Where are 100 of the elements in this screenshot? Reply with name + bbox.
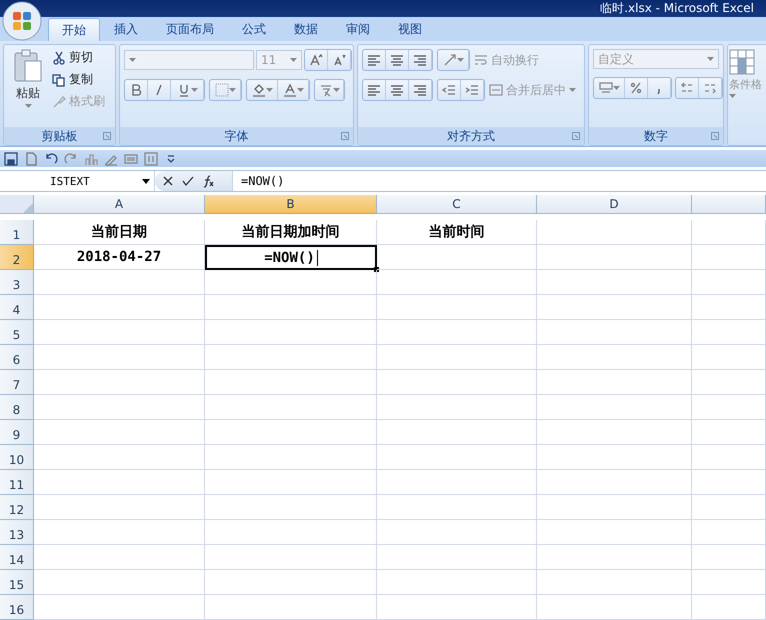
empty-cell[interactable] <box>205 545 377 570</box>
clipboard-button[interactable]: 剪切 <box>52 49 105 66</box>
ribbon-tab[interactable]: 审阅 <box>332 17 384 41</box>
formula-input[interactable]: =NOW() <box>233 174 284 188</box>
empty-cell[interactable] <box>205 495 377 520</box>
column-header[interactable]: D <box>537 195 692 214</box>
table-cell[interactable]: =NOW() <box>205 245 377 270</box>
align-middle-icon[interactable] <box>390 53 404 67</box>
ribbon-tab[interactable]: 公式 <box>228 17 280 41</box>
empty-cell[interactable] <box>692 445 766 470</box>
row-header[interactable]: 10 <box>0 445 34 470</box>
align-center-icon[interactable] <box>390 83 404 97</box>
font-color-icon[interactable] <box>282 83 296 97</box>
undo-icon[interactable] <box>44 152 58 166</box>
copy-icon[interactable] <box>52 72 66 86</box>
empty-cell[interactable] <box>692 270 766 295</box>
empty-cell[interactable] <box>537 470 692 495</box>
increase-indent-icon[interactable] <box>465 83 479 97</box>
dialog-launcher-icon[interactable] <box>341 132 349 140</box>
cancel-icon[interactable] <box>161 174 175 188</box>
empty-cell[interactable] <box>205 320 377 345</box>
empty-cell[interactable] <box>537 570 692 595</box>
empty-cell[interactable] <box>377 370 537 395</box>
empty-cell[interactable] <box>537 245 692 270</box>
dialog-launcher-icon[interactable] <box>103 132 111 140</box>
ribbon-tab[interactable]: 页面布局 <box>152 17 228 41</box>
empty-cell[interactable] <box>537 545 692 570</box>
row-header[interactable]: 12 <box>0 495 34 520</box>
empty-cell[interactable] <box>205 445 377 470</box>
form-icon[interactable] <box>124 152 138 166</box>
empty-cell[interactable] <box>537 220 692 245</box>
align-right-icon[interactable] <box>413 83 427 97</box>
merge-cells-icon[interactable] <box>489 83 503 97</box>
empty-cell[interactable] <box>537 445 692 470</box>
empty-cell[interactable] <box>537 370 692 395</box>
empty-cell[interactable] <box>205 470 377 495</box>
new-file-icon[interactable] <box>24 152 38 166</box>
empty-cell[interactable] <box>205 370 377 395</box>
save-icon[interactable] <box>4 152 18 166</box>
wrap-text-icon[interactable] <box>474 53 488 67</box>
empty-cell[interactable] <box>377 420 537 445</box>
empty-cell[interactable] <box>692 595 766 620</box>
chart-icon[interactable] <box>84 152 98 166</box>
empty-cell[interactable] <box>205 520 377 545</box>
border-icon[interactable] <box>214 83 228 97</box>
phonetic-icon[interactable] <box>318 83 332 97</box>
empty-cell[interactable] <box>377 545 537 570</box>
empty-cell[interactable] <box>692 520 766 545</box>
empty-cell[interactable] <box>692 570 766 595</box>
empty-cell[interactable] <box>377 395 537 420</box>
empty-cell[interactable] <box>377 495 537 520</box>
column-header[interactable]: B <box>205 195 377 214</box>
empty-cell[interactable] <box>537 295 692 320</box>
row-header[interactable]: 13 <box>0 520 34 545</box>
empty-cell[interactable] <box>377 320 537 345</box>
decrease-indent-icon[interactable] <box>442 83 456 97</box>
empty-cell[interactable] <box>537 420 692 445</box>
empty-cell[interactable] <box>537 495 692 520</box>
empty-cell[interactable] <box>537 345 692 370</box>
empty-cell[interactable] <box>692 495 766 520</box>
fill-color-icon[interactable] <box>252 83 266 97</box>
row-header[interactable]: 8 <box>0 395 34 420</box>
select-all-corner[interactable] <box>0 195 34 214</box>
empty-cell[interactable] <box>692 395 766 420</box>
empty-cell[interactable] <box>537 320 692 345</box>
align-top-icon[interactable] <box>367 53 381 67</box>
column-header[interactable] <box>692 195 766 214</box>
empty-cell[interactable] <box>537 520 692 545</box>
row-header[interactable]: 9 <box>0 420 34 445</box>
scissors-icon[interactable] <box>52 50 66 64</box>
empty-cell[interactable] <box>692 220 766 245</box>
row-header[interactable]: 14 <box>0 545 34 570</box>
orientation-icon[interactable] <box>442 53 456 67</box>
dialog-launcher-icon[interactable] <box>572 132 580 140</box>
empty-cell[interactable] <box>692 345 766 370</box>
empty-cell[interactable] <box>377 445 537 470</box>
empty-cell[interactable] <box>692 545 766 570</box>
column-header[interactable]: C <box>377 195 537 214</box>
table-cell[interactable]: 当前日期加时间 <box>205 220 377 245</box>
row-header[interactable]: 4 <box>0 295 34 320</box>
table-cell[interactable]: 当前时间 <box>377 220 537 245</box>
grow-font-icon[interactable] <box>309 53 323 67</box>
empty-cell[interactable] <box>692 320 766 345</box>
shrink-font-icon[interactable] <box>332 53 346 67</box>
redo-icon[interactable] <box>64 152 78 166</box>
clipboard-button[interactable]: 复制 <box>52 71 105 88</box>
align-left-icon[interactable] <box>367 83 381 97</box>
empty-cell[interactable] <box>377 270 537 295</box>
paste-button[interactable]: 粘贴 <box>8 49 48 123</box>
row-header[interactable]: 2 <box>0 245 34 270</box>
empty-cell[interactable] <box>377 470 537 495</box>
ribbon-tab[interactable]: 视图 <box>384 17 436 41</box>
table-cell[interactable]: 当前日期 <box>34 220 205 245</box>
row-header[interactable]: 11 <box>0 470 34 495</box>
empty-cell[interactable] <box>537 395 692 420</box>
empty-cell[interactable] <box>377 570 537 595</box>
font-name-field[interactable] <box>124 50 254 70</box>
row-header[interactable]: 15 <box>0 570 34 595</box>
dialog-launcher-icon[interactable] <box>711 132 719 140</box>
row-header[interactable]: 1 <box>0 220 34 245</box>
